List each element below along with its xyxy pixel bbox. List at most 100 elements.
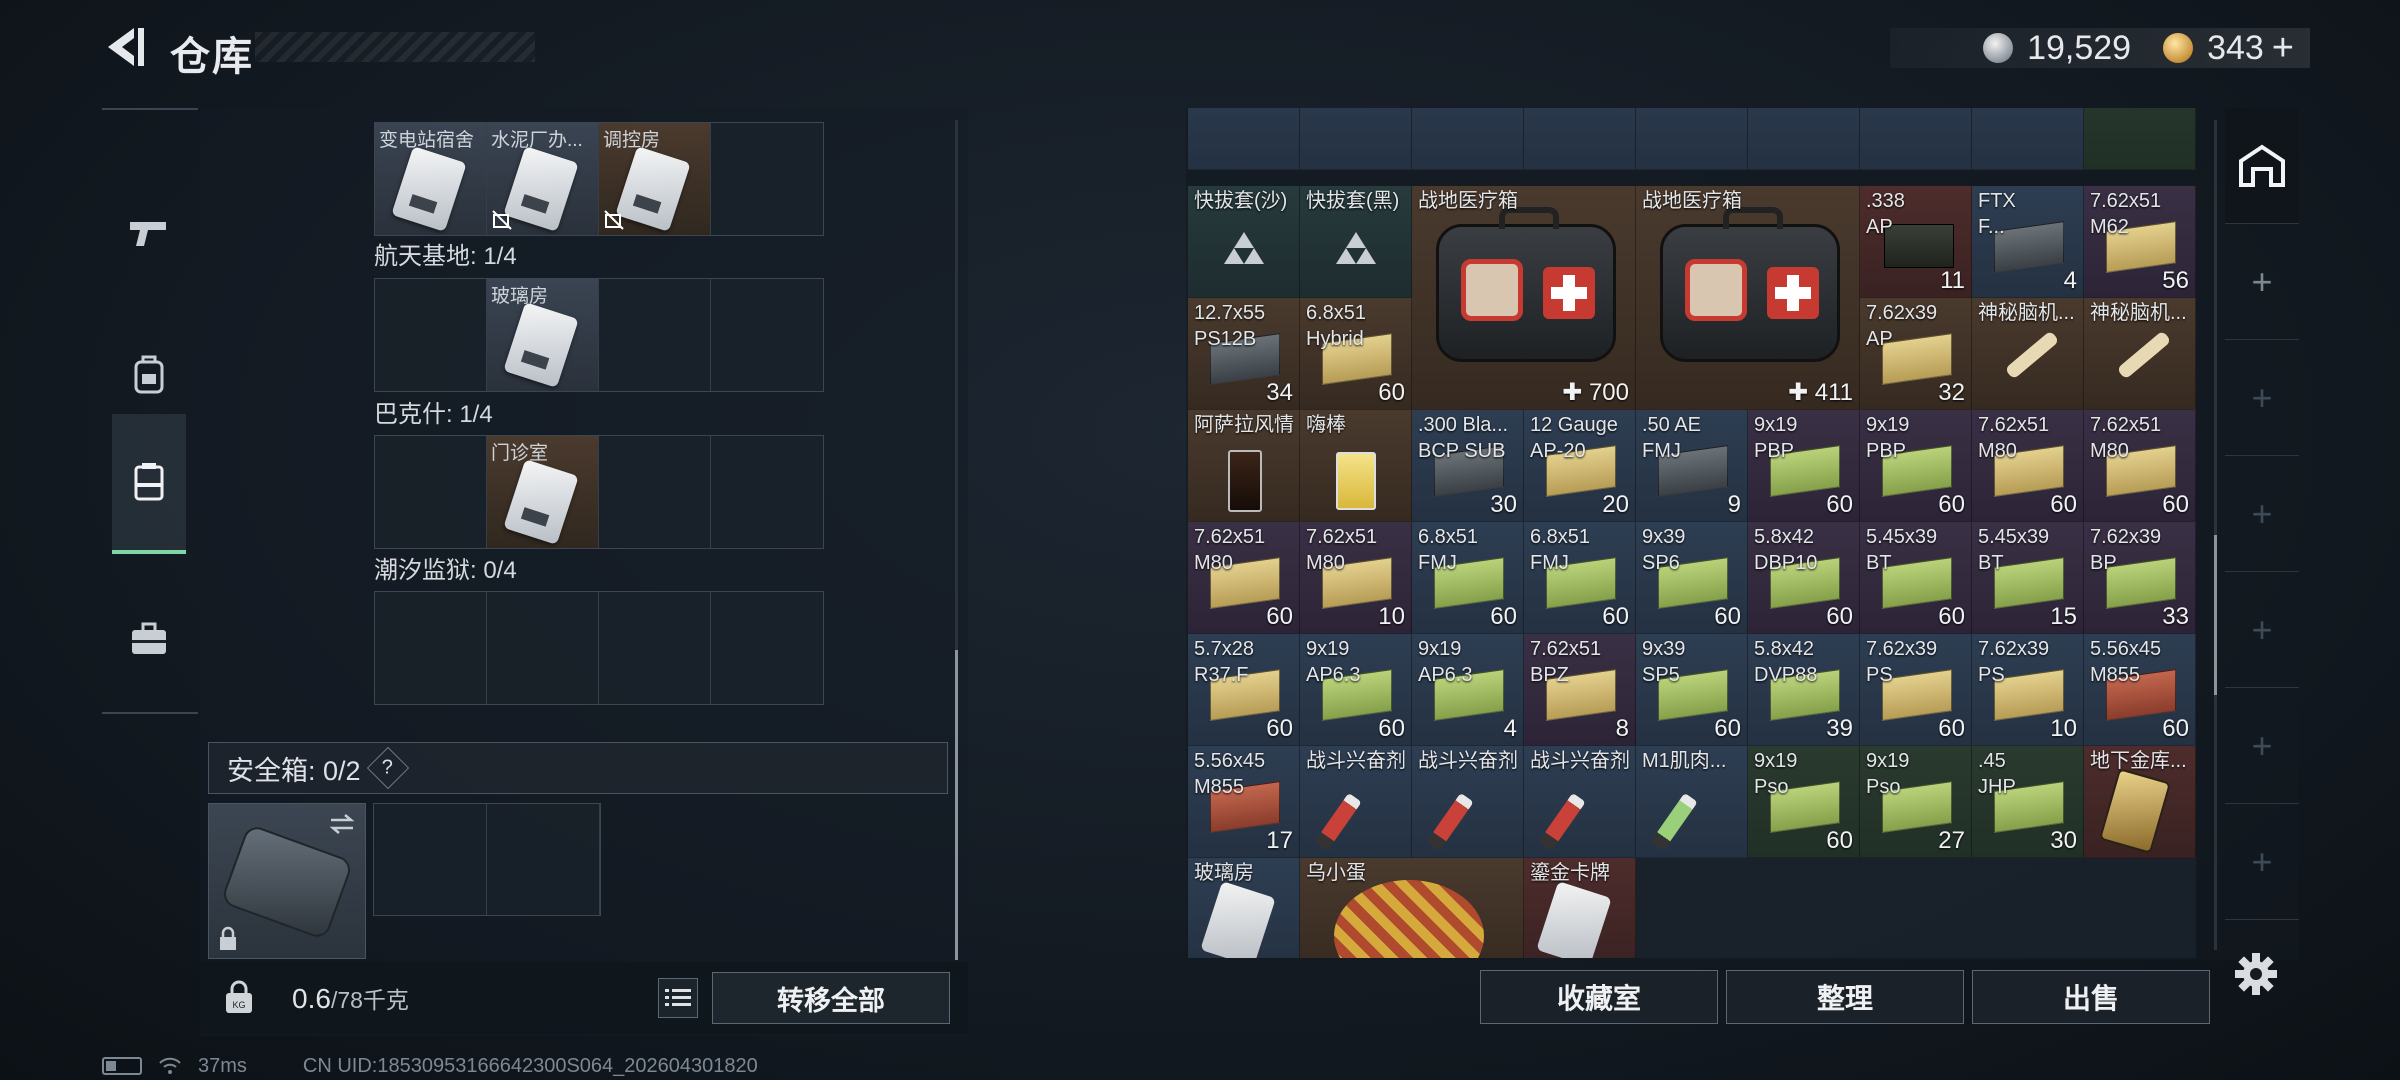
inventory-item[interactable]: M1肌肉... <box>1636 746 1748 858</box>
inventory-item[interactable]: .50 AE FMJ 9 <box>1636 410 1748 522</box>
inventory-item[interactable]: .45 JHP 30 <box>1972 746 2084 858</box>
keycard-slot[interactable]: 水泥厂办... <box>487 123 599 235</box>
swap-icon[interactable] <box>327 812 357 836</box>
tab-tools[interactable] <box>112 574 186 704</box>
tab-weapons[interactable] <box>112 168 186 298</box>
inventory-item[interactable]: .338 AP 11 <box>1860 186 1972 298</box>
inventory-item[interactable]: 7.62x51 M80 60 <box>2084 410 2196 522</box>
inventory-item[interactable]: 玻璃房 <box>1188 858 1300 958</box>
inventory-item[interactable]: 神秘脑机... <box>1972 298 2084 410</box>
organize-button[interactable]: 整理 <box>1726 970 1964 1024</box>
inventory-item[interactable]: 9x19 PBP 60 <box>1860 410 1972 522</box>
inventory-item[interactable]: 乌小蛋 <box>1300 858 1524 958</box>
inventory-item[interactable]: 7.62x51 M80 60 <box>1972 410 2084 522</box>
inventory-item[interactable]: 5.45x39 BT 60 <box>1860 522 1972 634</box>
tab-warehouse[interactable] <box>2225 108 2299 224</box>
inventory-item[interactable] <box>1412 108 1524 170</box>
inventory-item[interactable]: 6.8x51 Hybrid 60 <box>1300 298 1412 410</box>
add-tab-button[interactable]: + <box>2225 456 2299 572</box>
inventory-item[interactable]: 7.62x39 PS 60 <box>1860 634 1972 746</box>
inventory-item[interactable]: 5.56x45 M855 17 <box>1188 746 1300 858</box>
inventory-item[interactable]: 5.8x42 DVP88 39 <box>1748 634 1860 746</box>
add-tab-button[interactable]: + <box>2225 340 2299 456</box>
empty-slot[interactable] <box>487 592 599 704</box>
inventory-item[interactable]: 神秘脑机... <box>2084 298 2196 410</box>
empty-slot[interactable] <box>487 804 600 915</box>
keycard-slot[interactable]: 变电站宿舍 <box>375 123 487 235</box>
keycard-slot[interactable]: 玻璃房 <box>487 279 599 391</box>
sell-button[interactable]: 出售 <box>1972 970 2210 1024</box>
inventory-item[interactable] <box>1300 108 1412 170</box>
safebox-case[interactable] <box>208 803 366 959</box>
inventory-item[interactable]: 阿萨拉风情 <box>1188 410 1300 522</box>
gear-icon[interactable] <box>2232 950 2280 998</box>
inventory-item[interactable]: FTX F... 4 <box>1972 186 2084 298</box>
inventory-item[interactable]: 12.7x55 PS12B 34 <box>1188 298 1300 410</box>
empty-slot[interactable] <box>711 123 823 235</box>
inventory-item[interactable]: 7.62x39 AP 32 <box>1860 298 1972 410</box>
list-view-button[interactable] <box>658 978 698 1018</box>
inventory-item[interactable]: 9x19 PBP 60 <box>1748 410 1860 522</box>
inventory-item[interactable] <box>1636 108 1748 170</box>
inventory-item[interactable]: 9x39 SP5 60 <box>1636 634 1748 746</box>
back-arrow-icon[interactable] <box>98 22 148 72</box>
add-tab-button[interactable]: + <box>2225 688 2299 804</box>
empty-slot[interactable] <box>599 279 711 391</box>
inventory-item[interactable]: 5.8x42 DBP10 60 <box>1748 522 1860 634</box>
keycard-slot[interactable]: 门诊室 <box>487 436 599 548</box>
inventory-item[interactable]: 7.62x51 M80 10 <box>1300 522 1412 634</box>
empty-slot[interactable] <box>599 436 711 548</box>
inventory-item[interactable]: 9x19 Pso 60 <box>1748 746 1860 858</box>
inventory-item[interactable]: 12 Gauge AP-20 20 <box>1524 410 1636 522</box>
inventory-item[interactable]: .300 Bla... BCP SUB 30 <box>1412 410 1524 522</box>
inventory-item[interactable]: 5.7x28 R37.F 60 <box>1188 634 1300 746</box>
tab-containers[interactable] <box>112 414 186 554</box>
inventory-item[interactable] <box>1748 108 1860 170</box>
inventory-item[interactable]: 6.8x51 FMJ 60 <box>1412 522 1524 634</box>
inventory-item[interactable]: 战地医疗箱 ✚ 411 <box>1636 186 1860 410</box>
inventory-item[interactable]: 战斗兴奋剂 <box>1524 746 1636 858</box>
inventory-item[interactable]: 嗨棒 <box>1300 410 1412 522</box>
inventory-item[interactable]: 7.62x39 BP 33 <box>2084 522 2196 634</box>
inventory-item[interactable] <box>1188 108 1300 170</box>
collection-room-button[interactable]: 收藏室 <box>1480 970 1718 1024</box>
empty-slot[interactable] <box>375 592 487 704</box>
inventory-item[interactable]: 9x19 AP6.3 60 <box>1300 634 1412 746</box>
inventory-item[interactable]: 快拔套(黑) <box>1300 186 1412 298</box>
empty-slot[interactable] <box>711 592 823 704</box>
inventory-item[interactable] <box>1972 108 2084 170</box>
transfer-all-button[interactable]: 转移全部 <box>712 972 950 1024</box>
inventory-item[interactable]: 7.62x51 M80 60 <box>1188 522 1300 634</box>
inventory-item[interactable]: 5.45x39 BT 15 <box>1972 522 2084 634</box>
empty-slot[interactable] <box>375 279 487 391</box>
empty-slot[interactable] <box>711 279 823 391</box>
inventory-item[interactable] <box>1860 108 1972 170</box>
inventory-item[interactable] <box>1524 108 1636 170</box>
inventory-item[interactable]: 战斗兴奋剂 <box>1412 746 1524 858</box>
inventory-item[interactable]: 战地医疗箱 ✚ 700 <box>1412 186 1636 410</box>
help-button[interactable]: ? <box>366 746 409 790</box>
keycard-slot[interactable]: 调控房 <box>599 123 711 235</box>
inventory-item[interactable]: 7.62x51 BPZ 8 <box>1524 634 1636 746</box>
inventory-item[interactable]: 6.8x51 FMJ 60 <box>1524 522 1636 634</box>
add-tab-button[interactable]: + <box>2225 572 2299 688</box>
add-tab-button[interactable]: + <box>2225 224 2299 340</box>
inventory-item[interactable]: 9x39 SP6 60 <box>1636 522 1748 634</box>
add-tab-button[interactable]: + <box>2225 804 2299 920</box>
right-scrollbar-thumb[interactable] <box>2214 535 2217 695</box>
inventory-item[interactable]: 地下金库... <box>2084 746 2196 858</box>
inventory-item[interactable]: 9x19 Pso 27 <box>1860 746 1972 858</box>
inventory-item[interactable]: 战斗兴奋剂 <box>1300 746 1412 858</box>
left-scrollbar-thumb[interactable] <box>955 650 958 960</box>
inventory-item[interactable]: 鎏金卡牌 <box>1524 858 1636 958</box>
inventory-item[interactable]: 9x19 AP6.3 4 <box>1412 634 1524 746</box>
inventory-item[interactable]: 快拔套(沙) <box>1188 186 1300 298</box>
inventory-item[interactable] <box>2084 108 2196 170</box>
inventory-item[interactable]: 7.62x39 PS 10 <box>1972 634 2084 746</box>
empty-slot[interactable] <box>1636 858 2196 958</box>
empty-slot[interactable] <box>599 592 711 704</box>
empty-slot[interactable] <box>711 436 823 548</box>
inventory-item[interactable]: 7.62x51 M62 56 <box>2084 186 2196 298</box>
empty-slot[interactable] <box>374 804 487 915</box>
empty-slot[interactable] <box>375 436 487 548</box>
